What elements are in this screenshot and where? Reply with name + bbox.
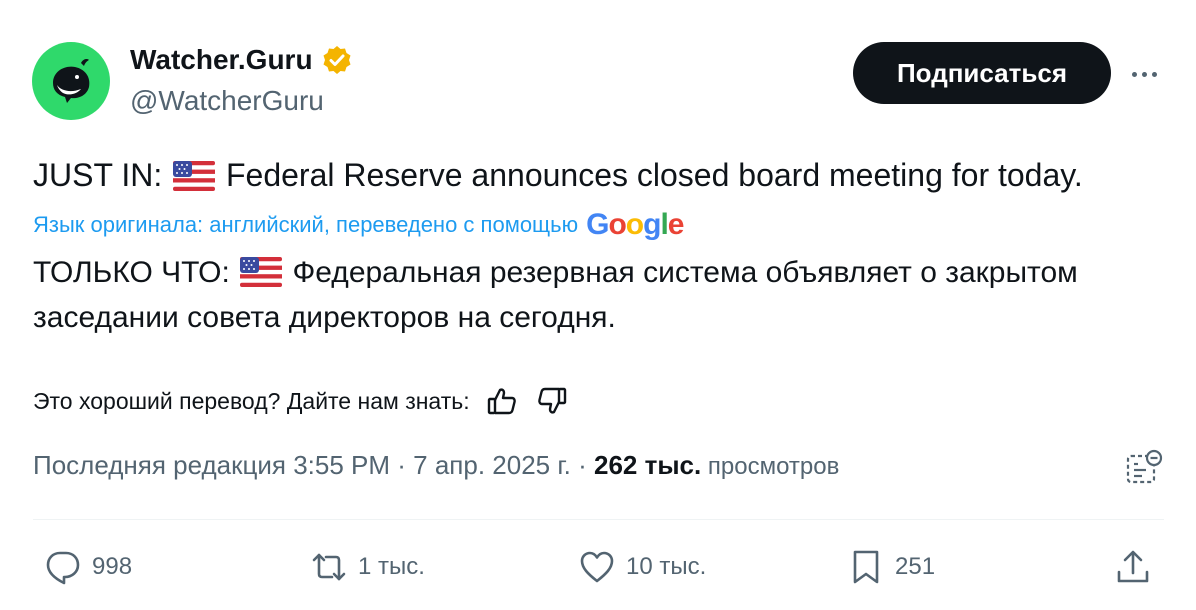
heart-icon [580, 551, 614, 583]
whale-logo-icon [53, 59, 90, 103]
tweet-prefix: JUST IN: [33, 157, 172, 193]
reply-bubble-icon [46, 551, 80, 585]
repost-count: 1 тыс. [358, 553, 425, 580]
tweet-meta: Последняя редакция 3:55 PM · 7 апр. 2025… [33, 450, 839, 481]
edited-prefix[interactable]: Последняя редакция [33, 450, 293, 480]
bookmark-icon [853, 550, 879, 584]
tweet-body: Federal Reserve announces closed board m… [217, 157, 1083, 193]
translation-note-text[interactable]: Язык оригинала: английский, переведено с… [33, 212, 578, 238]
us-flag-icon [173, 159, 216, 201]
more-options-icon[interactable] [1126, 56, 1162, 92]
us-flag-icon [240, 257, 283, 298]
avatar[interactable] [32, 42, 110, 120]
translation-feedback: Это хороший перевод? Дайте нам знать: [33, 383, 570, 419]
meta-separator: · [570, 450, 594, 480]
reply-count: 998 [92, 553, 133, 580]
translated-text: ТОЛЬКО ЧТО: Федеральная резервная систем… [33, 253, 1163, 338]
subscribe-button[interactable]: Подписаться [853, 42, 1111, 104]
repost-button[interactable]: 1 тыс. [310, 548, 425, 586]
verified-badge-icon[interactable] [321, 44, 353, 76]
author-handle[interactable]: @WatcherGuru [130, 85, 324, 117]
repost-arrows-icon [312, 553, 346, 581]
thumbs-down-icon[interactable] [534, 383, 570, 419]
translated-prefix: ТОЛЬКО ЧТО: [33, 256, 239, 289]
views-count: 262 тыс. [593, 450, 702, 480]
divider [33, 519, 1164, 520]
like-count: 10 тыс. [626, 553, 707, 580]
bookmark-count: 251 [895, 553, 936, 580]
bookmark-button[interactable]: 251 [847, 548, 935, 586]
meta-separator: · [390, 450, 414, 480]
google-logo: Google [586, 208, 684, 241]
feedback-question: Это хороший перевод? Дайте нам знать: [33, 387, 470, 414]
share-button[interactable] [1114, 548, 1152, 586]
author-name-row: Watcher.Guru [130, 44, 353, 76]
share-upload-icon [1117, 550, 1149, 583]
tweet-time[interactable]: 3:55 PM [293, 450, 390, 480]
tweet-text: JUST IN: Federal Reserve announces close… [33, 154, 1083, 201]
tweet-date[interactable]: 7 апр. 2025 г. [413, 450, 571, 480]
views-label: просмотров [701, 453, 840, 480]
author-name[interactable]: Watcher.Guru [130, 44, 313, 76]
like-button[interactable]: 10 тыс. [578, 548, 706, 586]
reply-button[interactable]: 998 [44, 548, 132, 586]
thumbs-up-icon[interactable] [484, 383, 520, 419]
analytics-icon[interactable] [1124, 448, 1164, 488]
translation-note[interactable]: Язык оригинала: английский, переведено с… [33, 208, 684, 242]
